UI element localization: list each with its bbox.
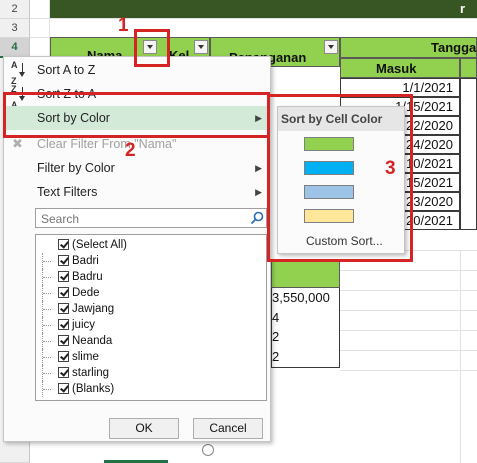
gridline: [460, 250, 461, 463]
checkbox[interactable]: [58, 367, 69, 378]
annotation-number-1: 1: [118, 15, 129, 36]
gridline: [30, 18, 477, 19]
tree-connector: [42, 365, 57, 381]
list-item-label: Badri: [72, 255, 99, 267]
title-fragment: r: [460, 1, 466, 16]
header-keluar-cell[interactable]: [460, 58, 477, 78]
gridline: [340, 290, 477, 291]
tree-connector: [42, 253, 57, 269]
summary-header-cell[interactable]: [271, 260, 340, 288]
list-item-label: Badru: [72, 271, 103, 283]
summary-value[interactable]: 2: [272, 348, 279, 366]
tree-connector: [42, 269, 57, 285]
text-filters-label: Text Filters: [37, 185, 98, 199]
tree-connector: [42, 381, 57, 397]
sort-ascending-icon: AZ: [11, 61, 31, 86]
summary-value[interactable]: 3,550,000: [272, 289, 330, 307]
list-item[interactable]: Badru: [36, 269, 266, 285]
checkbox[interactable]: [58, 351, 69, 362]
filter-by-color-item[interactable]: Filter by Color ▶: [4, 156, 270, 180]
list-item-select-all[interactable]: (Select All): [36, 237, 266, 253]
row-header-3[interactable]: 3: [0, 19, 30, 38]
list-item[interactable]: starling: [36, 365, 266, 381]
list-item-label: starling: [72, 367, 110, 379]
gridline: [340, 370, 477, 371]
checkbox[interactable]: [58, 271, 69, 282]
text-filters-item[interactable]: Text Filters ▶: [4, 180, 270, 204]
search-icon: [250, 211, 264, 225]
list-item-label: slime: [72, 351, 99, 363]
checkbox[interactable]: [58, 239, 69, 250]
gridline: [340, 270, 477, 271]
header-masuk-label: Masuk: [376, 61, 417, 76]
list-item[interactable]: Badri: [36, 253, 266, 269]
sheet-tab-active[interactable]: [104, 442, 168, 463]
filter-search-input[interactable]: [39, 210, 243, 228]
list-item-label: (Blanks): [72, 383, 115, 395]
list-item[interactable]: Dede: [36, 285, 266, 301]
gridline: [340, 330, 477, 331]
submenu-arrow-icon: ▶: [255, 163, 262, 173]
tree-connector: [42, 333, 57, 349]
filter-dropdown-penanganan[interactable]: [324, 40, 338, 54]
annotation-number-3: 3: [385, 158, 396, 179]
row-header-4[interactable]: 4: [0, 38, 30, 58]
tree-connector: [42, 317, 57, 333]
cancel-button[interactable]: Cancel: [193, 418, 263, 439]
tree-connector: [42, 349, 57, 365]
header-masuk-cell[interactable]: Masuk: [340, 58, 460, 78]
checkbox[interactable]: [58, 335, 69, 346]
tree-connector: [42, 301, 57, 317]
next-column-cells[interactable]: [460, 78, 477, 230]
gridline: [340, 310, 477, 311]
list-item[interactable]: juicy: [36, 317, 266, 333]
submenu-arrow-icon: ▶: [255, 187, 262, 197]
header-tanggal-cell[interactable]: Tangga: [340, 37, 477, 58]
checkbox[interactable]: [58, 303, 69, 314]
list-item[interactable]: Neanda: [36, 333, 266, 349]
checkbox[interactable]: [58, 255, 69, 266]
list-item-label: Neanda: [72, 335, 113, 347]
checkbox[interactable]: [58, 383, 69, 394]
add-sheet-icon[interactable]: [202, 444, 214, 456]
list-item-label: Jawjang: [72, 303, 115, 315]
filter-search-box[interactable]: [35, 208, 267, 228]
list-item-label: (Select All): [72, 239, 127, 251]
tree-connector: [42, 285, 57, 301]
list-item-label: juicy: [72, 319, 96, 331]
gridline: [340, 350, 477, 351]
filter-dropdown-kelas[interactable]: [194, 40, 208, 54]
summary-value[interactable]: 2: [272, 328, 279, 346]
list-item-label: Dede: [72, 287, 100, 299]
checkbox[interactable]: [58, 319, 69, 330]
ok-button[interactable]: OK: [109, 418, 179, 439]
checkbox[interactable]: [58, 287, 69, 298]
header-tanggal-label: Tangga: [431, 40, 477, 55]
list-item[interactable]: (Blanks): [36, 381, 266, 397]
annotation-box-1: [134, 29, 170, 67]
title-banner: [50, 0, 477, 18]
sort-a-to-z-label: Sort A to Z: [37, 63, 96, 77]
filter-by-color-label: Filter by Color: [37, 161, 115, 175]
annotation-number-2: 2: [125, 140, 136, 161]
list-item[interactable]: Jawjang: [36, 301, 266, 317]
annotation-box-2: [3, 92, 270, 138]
row-header-2[interactable]: 2: [0, 0, 30, 19]
filter-values-list[interactable]: (Select All) Badri Badru Dede Jawjang ju…: [35, 234, 267, 401]
list-item[interactable]: slime: [36, 349, 266, 365]
summary-value[interactable]: 4: [272, 309, 279, 327]
